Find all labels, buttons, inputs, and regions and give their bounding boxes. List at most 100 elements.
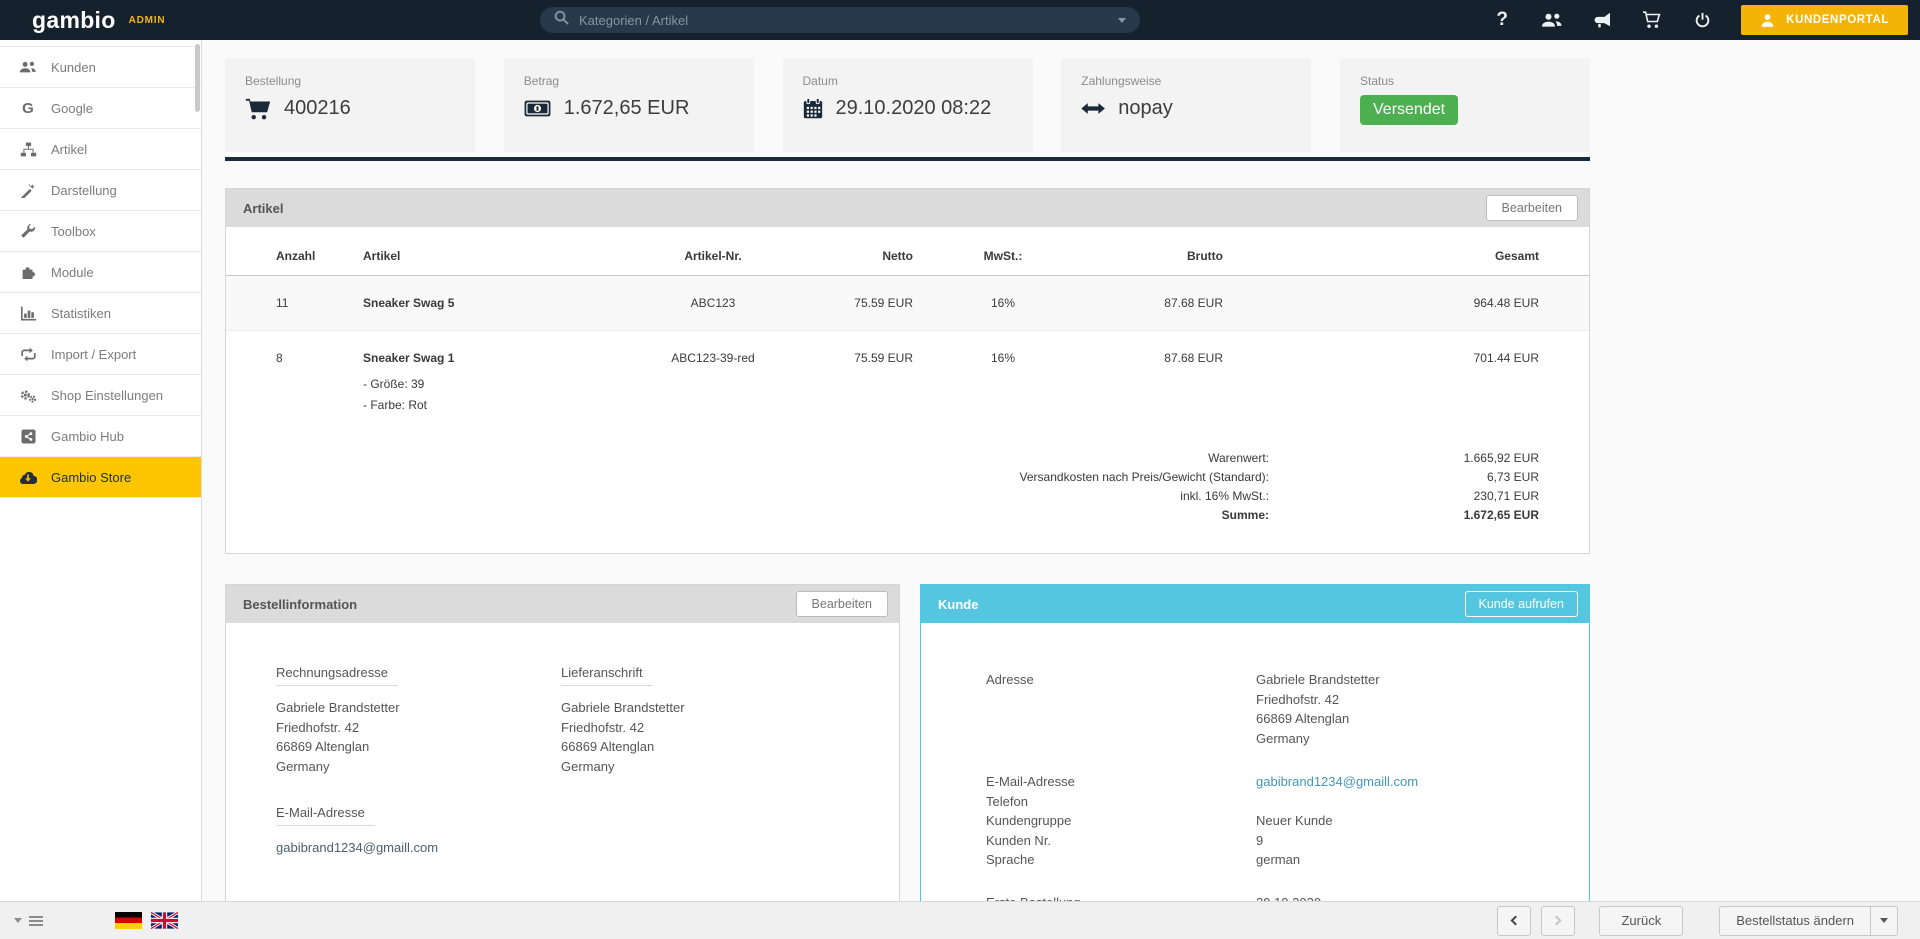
total-label: Versandkosten nach Preis/Gewicht (Standa… xyxy=(1020,468,1269,487)
caret-down-icon xyxy=(1880,918,1888,923)
total-value: 1.672,65 EUR xyxy=(1269,506,1539,525)
cart-icon[interactable] xyxy=(1641,9,1663,31)
search-caret-icon[interactable] xyxy=(1118,18,1126,23)
order-email-link[interactable]: gabibrand1234@gmaill.com xyxy=(276,840,438,855)
article-net: 75.59 EUR xyxy=(823,331,913,436)
sidebar-item-gambio-store[interactable]: Gambio Store xyxy=(0,457,201,498)
cloud-download-icon xyxy=(17,470,39,484)
customer-panel: Kunde Kunde aufrufen Adresse Gabriele Br… xyxy=(920,584,1590,939)
help-icon[interactable]: ? xyxy=(1491,9,1513,31)
sidebar-item-shop-einstellungen[interactable]: Shop Einstellungen xyxy=(0,375,201,416)
share-square-icon xyxy=(17,429,39,444)
search-input[interactable] xyxy=(579,13,1118,28)
order-info-panel: Bestellinformation Bearbeiten Rechnungsa… xyxy=(225,584,900,912)
prev-order-button[interactable] xyxy=(1497,906,1531,936)
article-total: 964.48 EUR xyxy=(1223,276,1589,331)
email-heading: E-Mail-Adresse xyxy=(276,805,375,826)
navbar-actions: ? KUNDENPORTAL xyxy=(1491,5,1908,35)
article-total: 701.44 EUR xyxy=(1223,331,1589,436)
back-button[interactable]: Zurück xyxy=(1599,906,1683,936)
article-qty: 11 xyxy=(226,276,363,331)
global-search[interactable] xyxy=(540,7,1140,33)
order-date: 29.10.2020 08:22 xyxy=(836,97,992,120)
address-line: Gabriele Brandstetter xyxy=(276,698,561,718)
sidebar-item-darstellung[interactable]: Darstellung xyxy=(0,170,201,211)
address-line: Germany xyxy=(561,757,846,777)
kundenportal-label: KUNDENPORTAL xyxy=(1786,14,1889,26)
articles-table: Anzahl Artikel Artikel-Nr. Netto MwSt.: … xyxy=(226,233,1589,435)
article-attribute: - Farbe: Rot xyxy=(363,395,603,415)
total-label: Warenwert: xyxy=(1208,449,1269,468)
edit-order-info-button[interactable]: Bearbeiten xyxy=(796,591,888,617)
address-line: 66869 Altenglan xyxy=(276,737,561,757)
kundenportal-button[interactable]: KUNDENPORTAL xyxy=(1741,5,1908,35)
field-label: E-Mail-Adresse xyxy=(986,772,1256,792)
lower-panels: Bestellinformation Bearbeiten Rechnungsa… xyxy=(225,584,1590,939)
customer-field-row: Kundengruppe Neuer Kunde xyxy=(986,811,1589,831)
col-netto: Netto xyxy=(823,233,913,276)
address-line: Germany xyxy=(1256,729,1589,749)
card-betrag: Betrag 1.672,65 EUR xyxy=(504,58,754,152)
change-order-status-button[interactable]: Bestellstatus ändern xyxy=(1719,906,1871,936)
order-info-header: Bestellinformation Bearbeiten xyxy=(226,585,899,623)
sidebar-item-gambio-hub[interactable]: Gambio Hub xyxy=(0,416,201,457)
customer-email-link[interactable]: gabibrand1234@gmaill.com xyxy=(1256,774,1418,789)
field-value: german xyxy=(1256,850,1589,870)
megaphone-icon[interactable] xyxy=(1591,9,1613,31)
shipping-address-block: Lieferanschrift Gabriele Brandstetter Fr… xyxy=(561,664,846,857)
power-icon[interactable] xyxy=(1691,9,1713,31)
billing-address-heading: Rechnungsadresse xyxy=(276,665,398,686)
sidebar-item-google[interactable]: G Google xyxy=(0,88,201,129)
magic-wand-icon xyxy=(17,183,39,198)
gambio-logo[interactable]: gambio xyxy=(32,7,116,34)
uk-flag[interactable] xyxy=(151,912,178,929)
language-switcher xyxy=(115,912,178,929)
table-header-row: Anzahl Artikel Artikel-Nr. Netto MwSt.: … xyxy=(226,233,1589,276)
footer-menu-toggle[interactable] xyxy=(14,918,43,923)
status-dropdown-button[interactable] xyxy=(1871,906,1898,936)
card-label: Zahlungsweise xyxy=(1081,74,1311,88)
sidebar-item-import-export[interactable]: Import / Export xyxy=(0,334,201,375)
sidebar-item-label: Gambio Hub xyxy=(51,429,124,444)
german-flag[interactable] xyxy=(115,912,142,929)
sidebar-item-module[interactable]: Module xyxy=(0,252,201,293)
search-icon xyxy=(554,10,569,30)
total-value: 230,71 EUR xyxy=(1269,487,1539,506)
chart-icon xyxy=(17,306,39,321)
person-icon xyxy=(1760,13,1775,28)
address-line: Gabriele Brandstetter xyxy=(1256,670,1589,690)
address-line: 66869 Altenglan xyxy=(561,737,846,757)
admin-tag: ADMIN xyxy=(129,15,166,26)
total-row: Versandkosten nach Preis/Gewicht (Standa… xyxy=(226,468,1539,487)
field-label: Telefon xyxy=(986,792,1256,812)
customer-panel-body: Adresse Gabriele Brandstetter Friedhofst… xyxy=(921,623,1589,932)
next-order-button[interactable] xyxy=(1541,906,1575,936)
edit-articles-button[interactable]: Bearbeiten xyxy=(1486,195,1578,221)
sidebar-item-statistiken[interactable]: Statistiken xyxy=(0,293,201,334)
sidebar-partial-item xyxy=(0,40,201,47)
article-name: Sneaker Swag 1 xyxy=(363,351,603,365)
exchange-arrows-icon xyxy=(1081,102,1105,115)
sidebar-item-artikel[interactable]: Artikel xyxy=(0,129,201,170)
status-badge: Versendet xyxy=(1360,95,1458,125)
card-label: Datum xyxy=(803,74,1033,88)
sidebar-item-label: Toolbox xyxy=(51,224,96,239)
sidebar-item-kunden[interactable]: Kunden xyxy=(0,47,201,88)
article-qty: 8 xyxy=(226,331,363,436)
total-value: 6,73 EUR xyxy=(1269,468,1539,487)
total-row: inkl. 16% MwSt.: 230,71 EUR xyxy=(226,487,1539,506)
col-brutto: Brutto xyxy=(1093,233,1223,276)
repeat-icon xyxy=(17,347,39,362)
article-row: 11 Sneaker Swag 5 ABC123 75.59 EUR 16% 8… xyxy=(226,276,1589,331)
sidebar-scrollbar-thumb[interactable] xyxy=(195,44,200,112)
open-customer-button[interactable]: Kunde aufrufen xyxy=(1465,591,1579,617)
users-icon xyxy=(17,60,39,74)
total-label: inkl. 16% MwSt.: xyxy=(1180,487,1269,506)
field-label: Kundengruppe xyxy=(986,811,1256,831)
footer-actions: Zurück Bestellstatus ändern xyxy=(1497,906,1898,936)
dark-divider xyxy=(225,157,1590,161)
sidebar-item-toolbox[interactable]: Toolbox xyxy=(0,211,201,252)
customer-field-row: Kunden Nr. 9 xyxy=(986,831,1589,851)
total-value: 1.665,92 EUR xyxy=(1269,449,1539,468)
users-icon[interactable] xyxy=(1541,9,1563,31)
